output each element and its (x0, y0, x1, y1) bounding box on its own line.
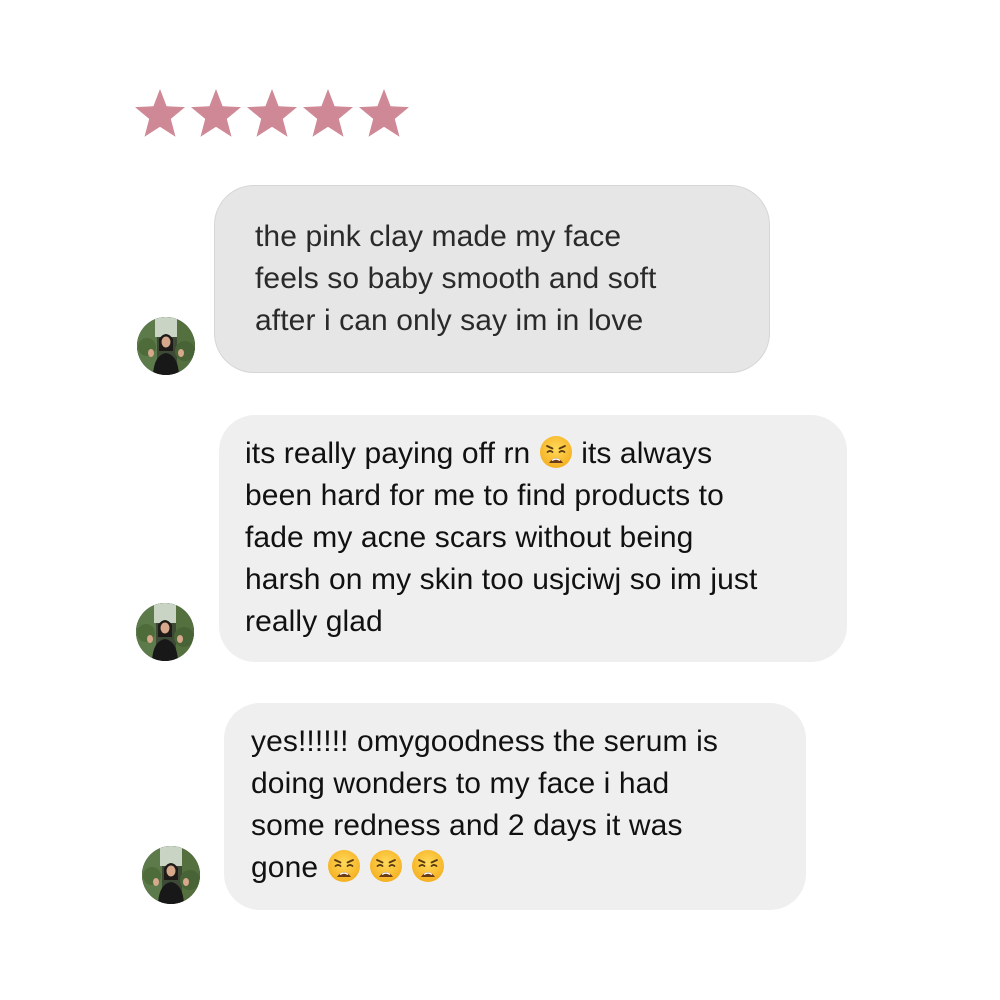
message-line: after i can only say im in love (255, 304, 644, 337)
message-text: its always (572, 437, 713, 470)
star-icon (132, 86, 188, 142)
message-line: harsh on my skin too usjciwj so im just (245, 563, 758, 596)
weary-face-emoji-icon (327, 849, 361, 883)
weary-face-emoji-icon (369, 849, 403, 883)
message-line: its really paying off rn its always (245, 433, 827, 475)
star-icon (244, 86, 300, 142)
message-line: feels so baby smooth and soft (255, 262, 657, 295)
message-line: been hard for me to find products to (245, 479, 724, 512)
weary-face-emoji-icon (411, 849, 445, 883)
avatar (137, 317, 195, 375)
star-icon (300, 86, 356, 142)
message-line: some redness and 2 days it was (251, 809, 683, 842)
message-bubble: the pink clay made my face feels so baby… (214, 185, 770, 373)
message-line: doing wonders to my face i had (251, 767, 670, 800)
message-bubble: its really paying off rn its always been… (219, 415, 847, 662)
weary-face-emoji-icon (539, 435, 573, 469)
message-line: the pink clay made my face (255, 220, 622, 253)
avatar (136, 603, 194, 661)
message-text: its really paying off rn (245, 437, 539, 470)
message-line: gone (251, 847, 786, 889)
avatar (142, 846, 200, 904)
message-line: fade my acne scars without being (245, 521, 694, 554)
star-icon (188, 86, 244, 142)
message-line: really glad (245, 605, 383, 638)
star-rating (132, 86, 412, 142)
message-bubble: yes!!!!!! omygoodness the serum is doing… (224, 703, 806, 910)
message-text: gone (251, 851, 327, 884)
message-line: yes!!!!!! omygoodness the serum is (251, 725, 718, 758)
star-icon (356, 86, 412, 142)
